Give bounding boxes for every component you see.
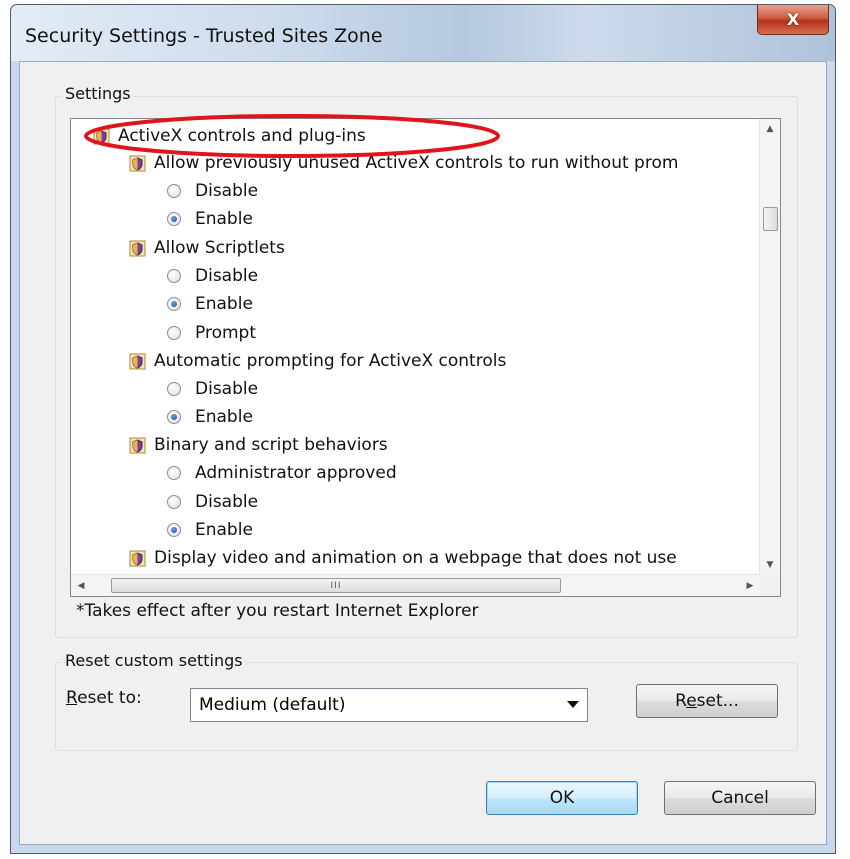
horizontal-scrollbar[interactable]: ◀ III ▶: [71, 574, 760, 596]
radio-option[interactable]: Disable: [167, 376, 258, 402]
cancel-button[interactable]: Cancel: [664, 781, 816, 815]
radio-option-label: Prompt: [195, 323, 256, 343]
setting-item-label: Allow previously unused ActiveX controls…: [154, 153, 679, 173]
radio-option[interactable]: Enable: [167, 404, 253, 430]
setting-item-icon: [129, 353, 146, 370]
reset-group-label: Reset custom settings: [62, 651, 246, 670]
radio-button[interactable]: [167, 269, 181, 283]
reset-to-accesskey: R: [66, 688, 78, 708]
radio-option[interactable]: Disable: [167, 489, 258, 515]
tree-setting-item[interactable]: Allow previously unused ActiveX controls…: [129, 150, 678, 176]
radio-button-selected[interactable]: [167, 212, 181, 226]
tree-category-activex[interactable]: ActiveX controls and plug-ins: [93, 123, 366, 149]
setting-item-icon: [129, 550, 146, 567]
cancel-button-label: Cancel: [711, 788, 769, 808]
restart-note: *Takes effect after you restart Internet…: [76, 601, 479, 621]
tree-setting-item[interactable]: Binary and script behaviors: [129, 432, 388, 458]
settings-tree[interactable]: ActiveX controls and plug-ins Allow prev…: [70, 118, 781, 597]
radio-option[interactable]: Disable: [167, 263, 258, 289]
close-icon: X: [786, 10, 800, 29]
setting-item-label: Display video and animation on a webpage…: [154, 548, 677, 568]
radio-button[interactable]: [167, 382, 181, 396]
vertical-scroll-thumb[interactable]: [763, 207, 778, 231]
window-title: Security Settings - Trusted Sites Zone: [25, 25, 383, 47]
reset-button[interactable]: Reset...: [636, 684, 778, 718]
radio-option-label: Enable: [195, 209, 253, 229]
setting-item-icon: [129, 437, 146, 454]
radio-button[interactable]: [167, 326, 181, 340]
setting-item-label: Automatic prompting for ActiveX controls: [154, 351, 507, 371]
scroll-right-arrow-icon[interactable]: ▶: [740, 575, 760, 596]
radio-option[interactable]: Prompt: [167, 320, 256, 346]
radio-button-selected[interactable]: [167, 297, 181, 311]
radio-option-label: Enable: [195, 294, 253, 314]
settings-category-icon: [93, 128, 110, 145]
ok-button[interactable]: OK: [486, 781, 638, 815]
radio-option-label: Disable: [195, 379, 259, 399]
radio-button[interactable]: [167, 184, 181, 198]
close-button[interactable]: X: [757, 5, 829, 35]
radio-option[interactable]: Disable: [167, 178, 258, 204]
setting-item-label: Allow Scriptlets: [154, 238, 285, 258]
settings-group-label: Settings: [62, 84, 134, 103]
title-bar[interactable]: Security Settings - Trusted Sites Zone X: [11, 5, 835, 61]
radio-option-label: Disable: [195, 492, 259, 512]
scroll-down-arrow-icon[interactable]: ▼: [760, 555, 780, 575]
ok-button-label: OK: [549, 788, 575, 808]
radio-button-selected[interactable]: [167, 410, 181, 424]
radio-button[interactable]: [167, 495, 181, 509]
radio-option-label: Administrator approved: [195, 463, 397, 483]
radio-option[interactable]: Enable: [167, 291, 253, 317]
scroll-left-arrow-icon[interactable]: ◀: [71, 575, 91, 596]
radio-option[interactable]: Administrator approved: [167, 460, 397, 486]
radio-button-selected[interactable]: [167, 523, 181, 537]
reset-button-label: Reset...: [675, 691, 739, 711]
tree-setting-item[interactable]: Display video and animation on a webpage…: [129, 545, 677, 571]
horizontal-scroll-thumb[interactable]: III: [111, 578, 561, 593]
scroll-grip-icon: III: [330, 580, 342, 591]
setting-item-icon: [129, 155, 146, 172]
scroll-up-arrow-icon[interactable]: ▲: [760, 119, 780, 139]
radio-button[interactable]: [167, 466, 181, 480]
tree-setting-item[interactable]: Allow Scriptlets: [129, 235, 285, 261]
radio-option-label: Disable: [195, 181, 259, 201]
setting-item-icon: [129, 240, 146, 257]
reset-level-value: Medium (default): [199, 695, 346, 715]
radio-option-label: Enable: [195, 407, 253, 427]
reset-to-label: Reset to:: [66, 688, 142, 708]
radio-option-label: Enable: [195, 520, 253, 540]
radio-option[interactable]: Enable: [167, 206, 253, 232]
vertical-scrollbar[interactable]: ▲ ▼: [759, 119, 780, 575]
reset-to-label-text: eset to:: [77, 688, 142, 708]
tree-setting-item[interactable]: Automatic prompting for ActiveX controls: [129, 348, 506, 374]
chevron-down-icon: [567, 701, 579, 708]
tree-category-label: ActiveX controls and plug-ins: [118, 126, 366, 146]
radio-option[interactable]: Enable: [167, 517, 253, 543]
reset-level-select[interactable]: Medium (default): [190, 688, 588, 722]
setting-item-label: Binary and script behaviors: [154, 435, 388, 455]
settings-tree-content: ActiveX controls and plug-ins Allow prev…: [71, 119, 760, 575]
radio-option-label: Disable: [195, 266, 259, 286]
scrollbar-corner: [760, 575, 780, 596]
